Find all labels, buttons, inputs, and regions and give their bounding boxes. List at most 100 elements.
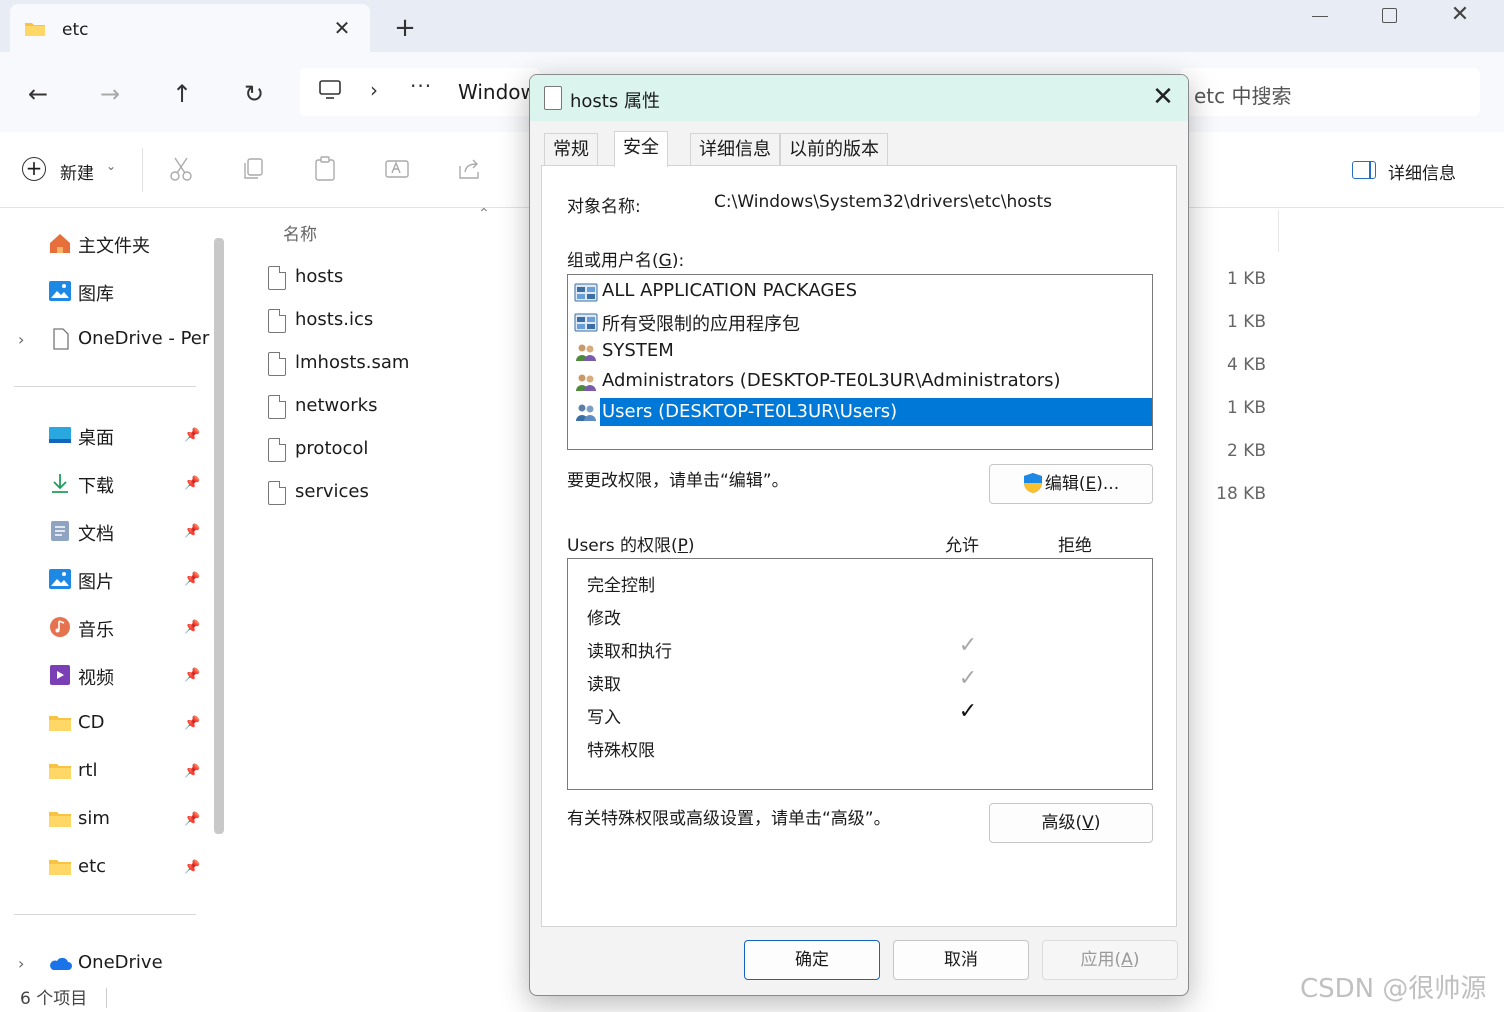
sidebar-item-gallery[interactable]: 图库	[0, 272, 210, 312]
permission-row: 修改	[568, 598, 1152, 631]
sidebar-item-label: 下载	[78, 476, 114, 497]
chevron-right-icon[interactable]: ›	[18, 330, 24, 349]
pin-icon[interactable]: 📌	[184, 668, 200, 683]
cancel-button[interactable]: 取消	[893, 940, 1029, 980]
breadcrumb-overflow[interactable]: ···	[410, 74, 432, 98]
file-size: 2 KB	[1226, 441, 1266, 461]
file-size: 1 KB	[1226, 398, 1266, 418]
sidebar-item-label: CD	[78, 712, 105, 733]
group-list-label: 组或用户名(G):	[567, 251, 685, 271]
sidebar-item-rtl[interactable]: rtl 📌	[0, 752, 210, 792]
advanced-hint: 有关特殊权限或高级设置，请单击“高级”。	[567, 809, 891, 829]
tab-close-icon[interactable]: ✕	[328, 14, 356, 42]
user-list[interactable]: ALL APPLICATION PACKAGES 所有受限制的应用程序包 SYS…	[567, 274, 1153, 450]
apply-button[interactable]: 应用(A)	[1042, 940, 1178, 980]
sidebar-item-label: 视频	[78, 668, 114, 689]
sidebar-item-documents[interactable]: 文档 📌	[0, 512, 210, 552]
paste-icon[interactable]	[312, 156, 338, 182]
column-header-name[interactable]: 名称	[283, 220, 317, 245]
address-bar[interactable]: › ··· Windows	[300, 68, 547, 116]
pin-icon[interactable]: 📌	[184, 476, 200, 491]
sidebar-item-onedrive[interactable]: › OneDrive	[0, 944, 210, 984]
column-divider[interactable]	[1278, 210, 1279, 252]
sidebar-item-onedrive-personal[interactable]: › OneDrive - Per	[0, 320, 210, 360]
permission-name: 修改	[587, 609, 621, 629]
file-row-networks[interactable]: networks	[262, 389, 522, 429]
user-label: 所有受限制的应用程序包	[602, 314, 800, 335]
file-icon	[53, 328, 69, 350]
deny-column-header: 拒绝	[1058, 536, 1092, 556]
tab-security[interactable]: 安全	[614, 131, 668, 167]
sidebar-item-label: 桌面	[78, 428, 114, 449]
user-row-restricted-app-packages[interactable]: 所有受限制的应用程序包	[572, 307, 1150, 337]
users-group-icon	[576, 344, 596, 361]
copy-icon[interactable]	[240, 156, 266, 182]
pin-icon[interactable]: 📌	[184, 764, 200, 779]
new-tab-icon[interactable]: +	[390, 14, 420, 44]
scrollbar[interactable]	[214, 238, 224, 834]
chevron-right-icon[interactable]: ›	[18, 954, 24, 973]
search-input[interactable]: etc 中搜索	[1180, 68, 1480, 116]
permission-row: 读取和执行 ✓	[568, 631, 1152, 664]
minimize-icon[interactable]	[1300, 2, 1340, 32]
forward-arrow-icon[interactable]: →	[90, 76, 130, 112]
file-row-lmhosts[interactable]: lmhosts.sam	[262, 346, 522, 386]
watermark: CSDN @很帅源	[1300, 974, 1487, 1004]
user-label: ALL APPLICATION PACKAGES	[602, 280, 858, 301]
refresh-icon[interactable]: ↻	[234, 76, 274, 112]
sidebar-item-etc[interactable]: etc 📌	[0, 848, 210, 888]
file-row-protocol[interactable]: protocol	[262, 432, 522, 472]
file-row-services[interactable]: services	[262, 475, 522, 515]
file-row-hosts[interactable]: hosts	[262, 260, 522, 300]
divider	[106, 988, 107, 1008]
tab-title: etc	[62, 20, 89, 40]
file-icon	[268, 438, 286, 462]
edit-button[interactable]: 编辑(E)...	[989, 464, 1153, 504]
sidebar-item-pictures[interactable]: 图片 📌	[0, 560, 210, 600]
pin-icon[interactable]: 📌	[184, 620, 200, 635]
sidebar-item-desktop[interactable]: 桌面 📌	[0, 416, 210, 456]
rename-icon[interactable]	[384, 156, 410, 182]
maximize-icon[interactable]	[1370, 2, 1410, 32]
pin-icon[interactable]: 📌	[184, 428, 200, 443]
user-row-users[interactable]: Users (DESKTOP-TE0L3UR\Users)	[572, 397, 1152, 427]
tab-details[interactable]: 详细信息	[690, 133, 780, 165]
dialog-titlebar[interactable]: hosts 属性 ✕	[530, 75, 1188, 121]
permission-name: 读取	[587, 675, 621, 695]
sidebar-item-label: 文档	[78, 524, 114, 545]
sidebar-item-downloads[interactable]: 下载 📌	[0, 464, 210, 504]
cut-icon[interactable]	[168, 156, 194, 182]
tab-previous-versions[interactable]: 以前的版本	[780, 133, 888, 165]
user-row-system[interactable]: SYSTEM	[572, 337, 1150, 367]
tab-general[interactable]: 常规	[544, 133, 598, 165]
pin-icon[interactable]: 📌	[184, 524, 200, 539]
pin-icon[interactable]: 📌	[184, 860, 200, 875]
window-close-icon[interactable]: ✕	[1440, 0, 1480, 30]
user-label: Users (DESKTOP-TE0L3UR\Users)	[600, 398, 1152, 426]
sidebar-item-sim[interactable]: sim 📌	[0, 800, 210, 840]
sort-caret-icon: ⌃	[478, 206, 490, 222]
file-icon	[268, 352, 286, 376]
advanced-button[interactable]: 高级(V)	[989, 803, 1153, 843]
pin-icon[interactable]: 📌	[184, 812, 200, 827]
user-row-administrators[interactable]: Administrators (DESKTOP-TE0L3UR\Administ…	[572, 367, 1150, 397]
tab-etc[interactable]: etc ✕	[10, 4, 370, 52]
permission-row: 特殊权限	[568, 730, 1152, 763]
close-icon[interactable]: ✕	[1146, 83, 1180, 113]
permissions-list[interactable]: 完全控制 修改 读取和执行 ✓ 读取 ✓ 写入 ✓ 特殊权限	[567, 558, 1153, 790]
sidebar-item-music[interactable]: 音乐 📌	[0, 608, 210, 648]
sidebar-item-home[interactable]: 主文件夹	[0, 224, 210, 264]
up-arrow-icon[interactable]: ↑	[162, 76, 202, 112]
pin-icon[interactable]: 📌	[184, 716, 200, 731]
share-icon[interactable]	[456, 156, 482, 182]
file-row-hosts-ics[interactable]: hosts.ics	[262, 303, 522, 343]
back-arrow-icon[interactable]: ←	[18, 76, 58, 112]
file-size: 1 KB	[1226, 312, 1266, 332]
ok-button[interactable]: 确定	[744, 940, 880, 980]
pin-icon[interactable]: 📌	[184, 572, 200, 587]
file-name: hosts	[295, 266, 344, 287]
sidebar-item-cd[interactable]: CD 📌	[0, 704, 210, 744]
sidebar-item-videos[interactable]: 视频 📌	[0, 656, 210, 696]
user-row-all-app-packages[interactable]: ALL APPLICATION PACKAGES	[572, 277, 1150, 307]
file-name: networks	[295, 395, 378, 416]
